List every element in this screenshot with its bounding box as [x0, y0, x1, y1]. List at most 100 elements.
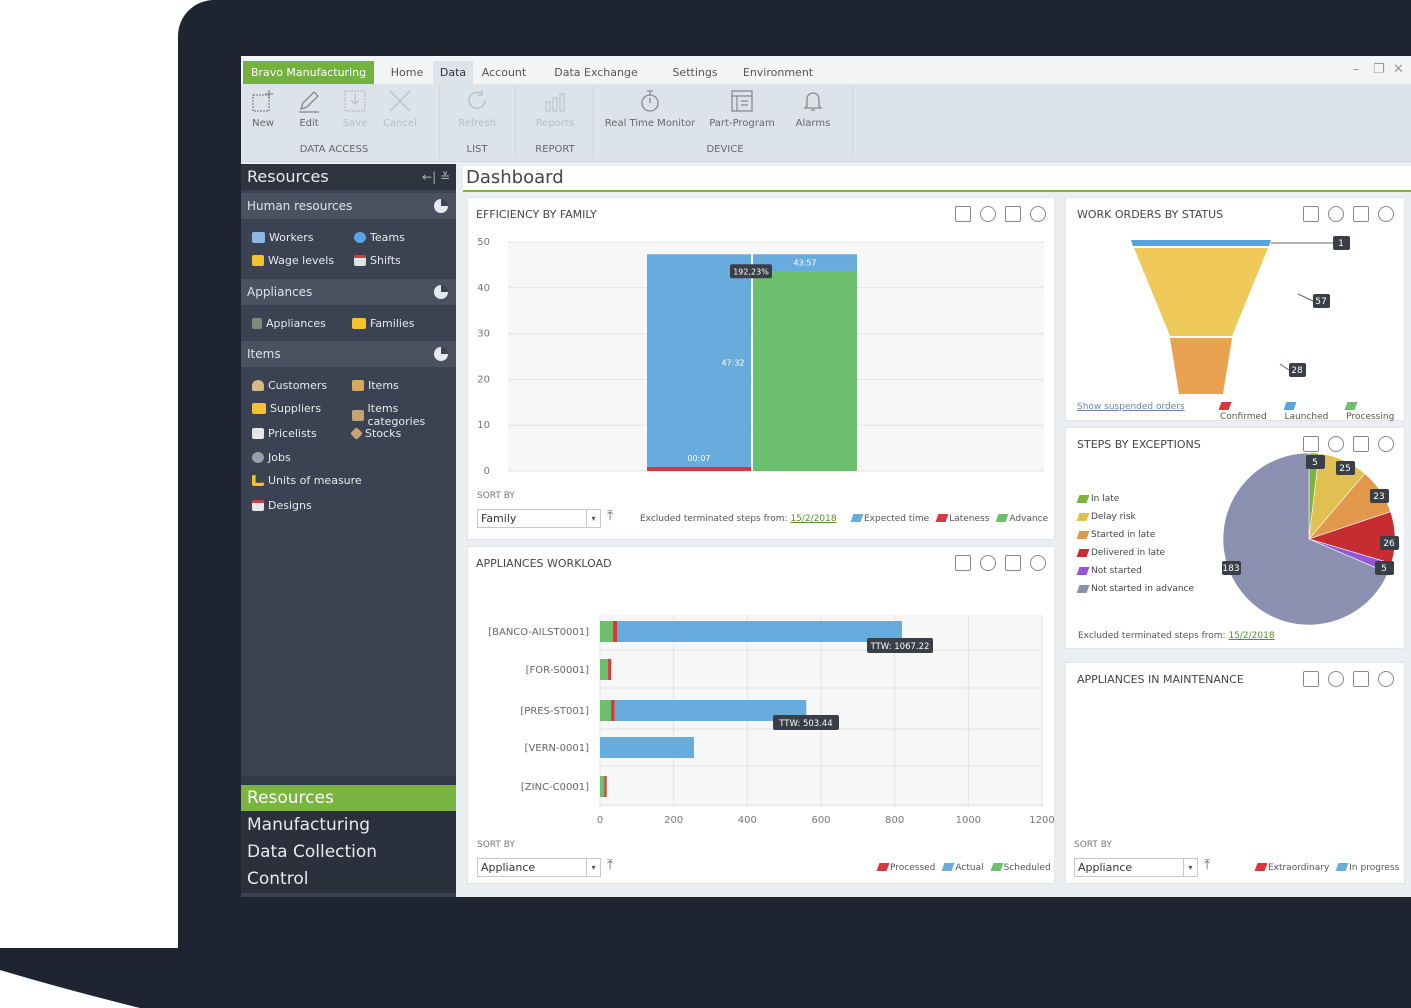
legend-item[interactable]: Delivered in late [1076, 544, 1194, 562]
minimize-icon[interactable]: – [1353, 62, 1360, 77]
tab-data[interactable]: Data [433, 61, 473, 84]
new-button[interactable]: New [241, 88, 288, 129]
legend-item[interactable]: Actual [941, 863, 984, 873]
copy-icon[interactable] [1353, 671, 1369, 687]
real-time-monitor-button[interactable]: Real Time Monitor [600, 88, 700, 129]
sidebar-item-units-of-measure[interactable]: Units of measure [252, 474, 362, 487]
copy-icon[interactable] [1005, 555, 1021, 571]
module-resources[interactable]: Resources [241, 785, 456, 812]
work-orders-funnel: 1 57 28 [1131, 236, 1350, 394]
save-button[interactable]: Save [330, 88, 380, 129]
sort-direction-icon[interactable]: ⤒ [1204, 857, 1210, 873]
sort-direction-icon[interactable]: ⤒ [607, 508, 613, 524]
tab-account[interactable]: Account [476, 61, 532, 84]
ribbon-separator [439, 86, 440, 158]
sidebar-item-items-categories[interactable]: Items categories [352, 402, 456, 428]
sidebar-item-items[interactable]: Items [352, 379, 399, 392]
legend-item[interactable]: Lateness [935, 514, 989, 524]
module-manufacturing[interactable]: Manufacturing [241, 812, 456, 839]
refresh-icon[interactable] [980, 206, 996, 222]
help-icon[interactable] [1030, 555, 1046, 571]
sidebar-item-customers[interactable]: Customers [252, 379, 327, 392]
tooltip-text: 192,23% [733, 267, 769, 276]
sidebar-item-families[interactable]: Families [352, 317, 414, 330]
edit-button[interactable]: Edit [284, 88, 334, 129]
pie-chart-icon[interactable] [434, 199, 448, 213]
reports-button[interactable]: Reports [530, 88, 580, 129]
legend-item[interactable]: Processing [1344, 402, 1404, 422]
tab-brand[interactable]: Bravo Manufacturing [243, 61, 374, 84]
close-icon[interactable]: ✕ [1393, 62, 1404, 77]
add-widget-icon[interactable] [955, 555, 971, 571]
sidebar-item-stocks[interactable]: Stocks [350, 427, 401, 440]
help-icon[interactable] [1378, 671, 1394, 687]
sort-by-select[interactable]: Appliance ▾ [1074, 858, 1198, 877]
sidebar-item-suppliers[interactable]: Suppliers [252, 402, 321, 415]
legend-item[interactable]: Expected time [850, 514, 929, 524]
refresh-icon[interactable] [980, 555, 996, 571]
sidebar-item-appliances[interactable]: Appliances [252, 317, 326, 330]
design-icon [252, 500, 264, 511]
legend-item[interactable]: Not started [1076, 562, 1194, 580]
copy-icon[interactable] [1005, 206, 1021, 222]
refresh-button[interactable]: Refresh [452, 88, 502, 129]
add-widget-icon[interactable] [1303, 671, 1319, 687]
part-program-button[interactable]: Part-Program [703, 88, 781, 129]
collapse-sidebar-icon[interactable]: ←| ≚ [422, 164, 450, 190]
legend-item[interactable]: In late [1076, 490, 1194, 508]
show-suspended-orders-link[interactable]: Show suspended orders [1077, 402, 1185, 412]
sort-by-select[interactable]: Family ▾ [477, 509, 601, 528]
y-category-label: [ZINC-C0001] [521, 782, 589, 793]
pie-chart-icon[interactable] [434, 285, 448, 299]
laptop-base [0, 948, 1411, 1008]
legend-item[interactable]: Not started in advance [1076, 580, 1194, 598]
section-appliances[interactable]: Appliances [241, 279, 456, 305]
excluded-note: Excluded terminated steps from: 15/2/201… [640, 514, 837, 524]
excluded-date-link[interactable]: 15/2/2018 [1228, 631, 1274, 641]
legend-item[interactable]: Delay risk [1076, 508, 1194, 526]
resources-sidebar: Resources ←| ≚ Human resources Workers T… [241, 164, 456, 897]
help-icon[interactable] [1378, 206, 1394, 222]
tab-home[interactable]: Home [384, 61, 430, 84]
legend-item[interactable]: Launched [1283, 402, 1339, 422]
funnel-segment-processing [1170, 338, 1232, 394]
tab-environment[interactable]: Environment [735, 61, 821, 84]
sidebar-item-designs[interactable]: Designs [252, 499, 312, 512]
module-data-collection[interactable]: Data Collection [241, 839, 456, 866]
section-items[interactable]: Items [241, 341, 456, 367]
sidebar-item-workers[interactable]: Workers [252, 231, 313, 244]
restore-icon[interactable]: ❐ [1373, 62, 1385, 77]
cancel-button[interactable]: Cancel [375, 88, 425, 129]
tab-data-exchange[interactable]: Data Exchange [546, 61, 646, 84]
sidebar-item-jobs[interactable]: Jobs [252, 451, 291, 464]
legend-item[interactable]: Scheduled [990, 863, 1051, 873]
section-human-resources[interactable]: Human resources [241, 193, 456, 219]
add-widget-icon[interactable] [955, 206, 971, 222]
sidebar-item-wage-levels[interactable]: Wage levels [252, 254, 334, 267]
add-widget-icon[interactable] [1303, 206, 1319, 222]
copy-icon[interactable] [1353, 206, 1369, 222]
module-control[interactable]: Control [241, 866, 456, 893]
refresh-icon[interactable] [1328, 206, 1344, 222]
sort-by-select[interactable]: Appliance ▾ [477, 858, 601, 877]
sidebar-item-shifts[interactable]: Shifts [354, 254, 401, 267]
legend-item[interactable]: Extraordinary [1254, 863, 1329, 873]
sidebar-item-teams[interactable]: Teams [354, 231, 405, 244]
teams-icon [354, 232, 366, 243]
chart-legend: Confirmed Launched Processing [1218, 402, 1404, 422]
excluded-date-link[interactable]: 15/2/2018 [790, 514, 836, 524]
pie-chart-icon[interactable] [434, 347, 448, 361]
alarms-button[interactable]: Alarms [788, 88, 838, 129]
sort-direction-icon[interactable]: ⤒ [607, 857, 613, 873]
sidebar-resize-handle[interactable] [241, 776, 456, 785]
tab-settings[interactable]: Settings [663, 61, 727, 84]
legend-item[interactable]: Started in late [1076, 526, 1194, 544]
legend-item[interactable]: Advance [995, 514, 1048, 524]
sidebar-item-pricelists[interactable]: Pricelists [252, 427, 317, 440]
legend-item[interactable]: In progress [1335, 863, 1399, 873]
refresh-icon[interactable] [1328, 671, 1344, 687]
help-icon[interactable] [1030, 206, 1046, 222]
legend-item[interactable]: Confirmed [1218, 402, 1277, 422]
x-tick-label: 200 [664, 815, 683, 826]
legend-item[interactable]: Processed [876, 863, 935, 873]
